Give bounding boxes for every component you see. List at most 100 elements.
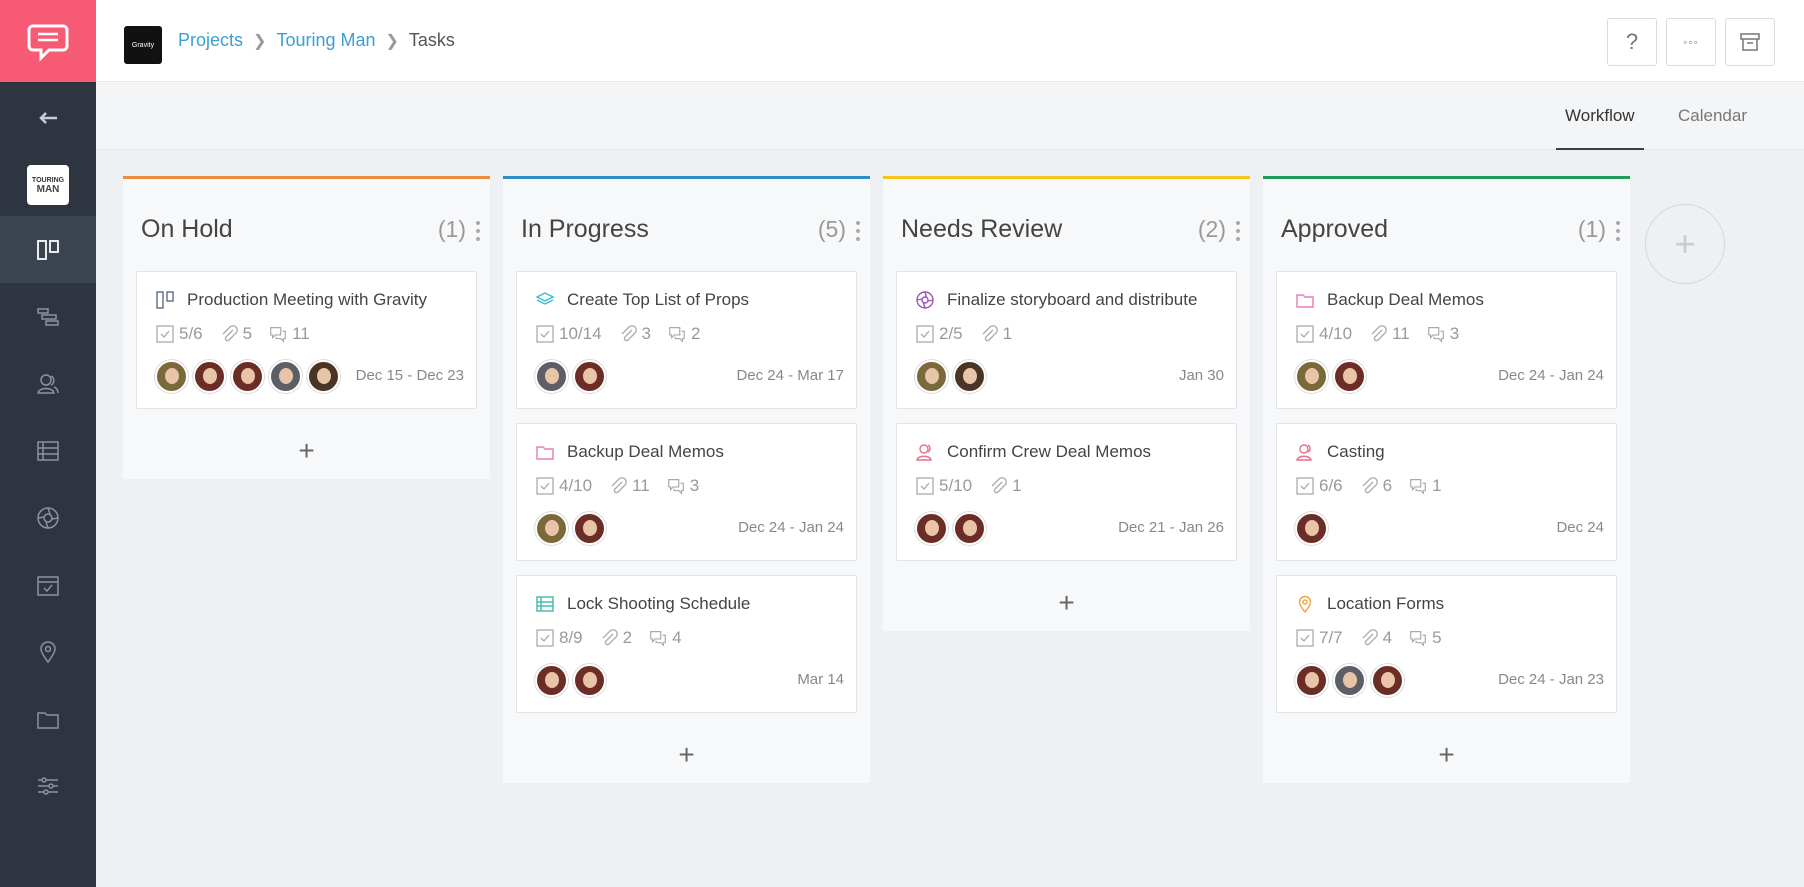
plus-icon: + — [1674, 223, 1696, 264]
avatar[interactable] — [193, 360, 226, 393]
avatar[interactable] — [573, 512, 606, 545]
add-task-button[interactable]: + — [883, 575, 1250, 631]
avatar[interactable] — [1295, 512, 1328, 545]
avatar[interactable] — [953, 360, 986, 393]
avatar[interactable] — [1333, 664, 1366, 697]
sidebar-item-gantt[interactable] — [0, 283, 96, 350]
client-logo[interactable]: Gravity — [124, 26, 162, 64]
paperclip-icon — [988, 476, 1008, 496]
column-menu-icon[interactable] — [476, 221, 480, 241]
task-count-value: 8/9 — [559, 628, 583, 647]
task-card[interactable]: Lock Shooting Schedule 8/9 2 4 Mar 14 — [516, 575, 857, 713]
avatar[interactable] — [1333, 360, 1366, 393]
checkbox-icon — [1295, 628, 1315, 648]
sidebar-item-calendar[interactable] — [0, 551, 96, 618]
sidebar-item-board[interactable] — [0, 216, 96, 283]
avatar[interactable] — [1295, 664, 1328, 697]
assignees — [1295, 664, 1404, 697]
breadcrumb-project[interactable]: Touring Man — [276, 30, 375, 51]
add-column-button[interactable]: + — [1645, 204, 1725, 284]
column-title: In Progress — [521, 215, 649, 243]
task-count-value: 2/5 — [939, 324, 963, 343]
task-count: 6/6 — [1295, 476, 1343, 496]
avatar[interactable] — [573, 664, 606, 697]
sidebar-item-people[interactable] — [0, 350, 96, 417]
avatar[interactable] — [155, 360, 188, 393]
task-card[interactable]: Confirm Crew Deal Memos 5/10 1 Dec 21 - Jan… — [896, 423, 1237, 561]
board-icon — [37, 239, 59, 260]
task-title: Location Forms — [1327, 594, 1445, 613]
task-card[interactable]: Production Meeting with Gravity 5/6 5 11 Dec… — [136, 271, 477, 409]
task-stats: 5/6 5 11 — [155, 324, 310, 344]
avatar[interactable] — [307, 360, 340, 393]
avatar[interactable] — [953, 512, 986, 545]
task-card[interactable]: Location Forms 7/7 4 5 Dec 24 - Jan 23 — [1276, 575, 1617, 713]
help-button[interactable]: ? — [1607, 18, 1657, 66]
app-logo[interactable] — [0, 0, 96, 82]
comment-count: 5 — [1408, 628, 1442, 648]
add-task-button[interactable]: + — [1263, 727, 1630, 783]
avatar[interactable] — [573, 360, 606, 393]
add-task-button[interactable]: + — [503, 727, 870, 783]
paperclip-icon — [1368, 324, 1388, 344]
avatar[interactable] — [915, 360, 948, 393]
avatar[interactable] — [535, 664, 568, 697]
comment-count: 4 — [648, 628, 682, 648]
breadcrumb-projects[interactable]: Projects — [178, 30, 243, 51]
more-button[interactable]: ◦◦◦ — [1666, 18, 1716, 66]
comment-count: 2 — [667, 324, 700, 344]
avatar[interactable] — [269, 360, 302, 393]
sidebar-item-locations[interactable] — [0, 618, 96, 685]
task-count: 8/9 — [535, 628, 583, 648]
task-card[interactable]: Casting 6/6 6 1 Dec 24 — [1276, 423, 1617, 561]
column-menu-icon[interactable] — [856, 221, 860, 241]
attachment-count: 3 — [618, 324, 651, 344]
comments-icon — [667, 324, 687, 344]
avatar[interactable] — [231, 360, 264, 393]
tab-workflow[interactable]: Workflow — [1556, 106, 1644, 150]
avatar[interactable] — [1295, 360, 1328, 393]
task-card[interactable]: Backup Deal Memos 4/10 11 3 Dec 24 - Jan 24 — [516, 423, 857, 561]
add-task-button[interactable]: + — [123, 423, 490, 479]
board-icon — [155, 290, 175, 310]
task-card[interactable]: Backup Deal Memos 4/10 11 3 Dec 24 - Jan 24 — [1276, 271, 1617, 409]
project-thumbnail-button[interactable]: TOURING MAN — [0, 154, 96, 216]
task-count-value: 4/10 — [559, 476, 593, 495]
task-card[interactable]: Finalize storyboard and distribute 2/5 1 Ja… — [896, 271, 1237, 409]
attachment-count-value: 4 — [1382, 628, 1393, 647]
sidebar-item-settings[interactable] — [0, 752, 96, 819]
sidebar-item-list[interactable] — [0, 417, 96, 484]
people-icon — [915, 442, 935, 462]
task-stats: 7/7 4 5 — [1295, 628, 1442, 648]
sidebar-item-storyboard[interactable] — [0, 484, 96, 551]
column-count: (5) — [817, 216, 846, 242]
paperclip-icon — [1359, 476, 1379, 496]
back-button[interactable] — [0, 82, 96, 154]
avatar[interactable] — [535, 512, 568, 545]
checkbox-icon — [155, 324, 175, 344]
assignees — [1295, 512, 1328, 545]
task-title: Create Top List of Props — [567, 290, 750, 309]
column-menu-icon[interactable] — [1236, 221, 1240, 241]
sidebar-item-files[interactable] — [0, 685, 96, 752]
column-count: (2) — [1197, 216, 1226, 242]
archive-button[interactable] — [1725, 18, 1775, 66]
paperclip-icon — [618, 324, 638, 344]
avatar[interactable] — [1371, 664, 1404, 697]
tab-calendar[interactable]: Calendar — [1678, 106, 1747, 150]
checkbox-icon — [535, 476, 555, 496]
task-card[interactable]: Create Top List of Props 10/14 3 2 Dec 24 - … — [516, 271, 857, 409]
list-icon — [37, 440, 59, 461]
checkbox-icon — [1295, 324, 1315, 344]
task-date: Dec 24 - Jan 24 — [1498, 367, 1604, 384]
project-thumbnail: TOURING MAN — [27, 165, 69, 205]
column-menu-icon[interactable] — [1616, 221, 1620, 241]
comment-count-value: 5 — [1432, 628, 1442, 647]
comments-icon — [1408, 628, 1428, 648]
people-icon — [1295, 442, 1315, 462]
plus-icon: + — [1058, 587, 1075, 618]
chevron-right-icon: ❯ — [385, 32, 399, 50]
avatar[interactable] — [535, 360, 568, 393]
avatar[interactable] — [915, 512, 948, 545]
assignees — [915, 360, 986, 393]
